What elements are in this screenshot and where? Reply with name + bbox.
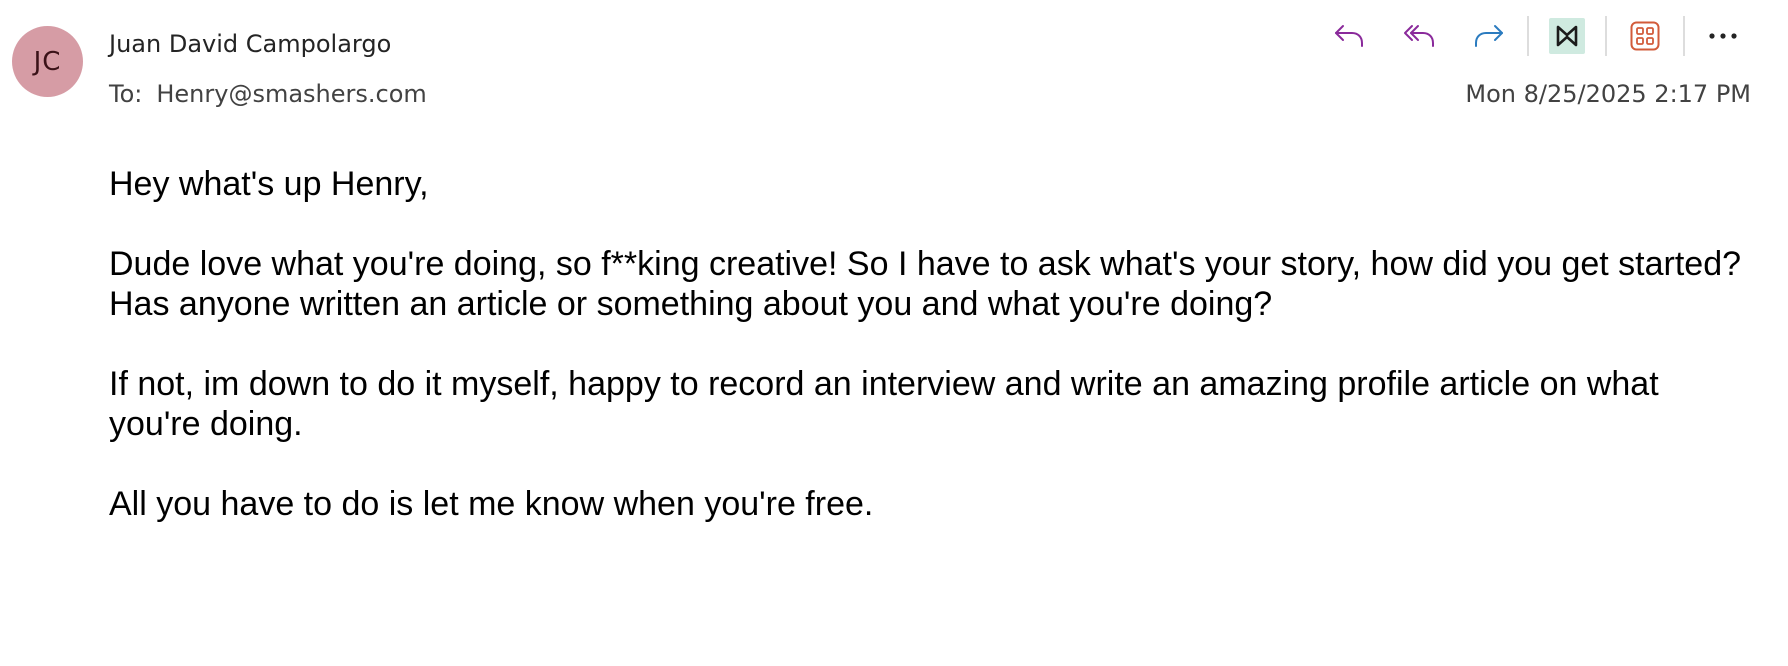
bowtie-app-icon: [1549, 18, 1585, 54]
apps-grid-icon: [1630, 21, 1660, 51]
email-greeting: Hey what's up Henry,: [109, 165, 429, 203]
more-icon: [1709, 33, 1737, 39]
reply-button[interactable]: [1321, 14, 1377, 58]
reply-all-icon: [1404, 25, 1434, 47]
sender-name[interactable]: Juan David Campolargo: [109, 30, 391, 58]
addin-button[interactable]: [1539, 14, 1595, 58]
apps-button[interactable]: [1617, 14, 1673, 58]
email-timestamp: Mon 8/25/2025 2:17 PM: [1465, 80, 1751, 108]
message-toolbar: [1314, 14, 1758, 58]
toolbar-divider: [1527, 16, 1529, 56]
email-paragraph: Dude love what you're doing, so f**king …: [109, 245, 1742, 323]
recipient-address[interactable]: Henry@smashers.com: [156, 80, 426, 108]
email-paragraph: If not, im down to do it myself, happy t…: [109, 365, 1659, 443]
email-body: Hey what's up Henry, Dude love what you'…: [109, 164, 1749, 564]
forward-icon: [1475, 25, 1503, 47]
more-actions-button[interactable]: [1695, 14, 1751, 58]
email-paragraph: All you have to do is let me know when y…: [109, 485, 874, 523]
reply-icon: [1335, 25, 1363, 47]
to-label: To:: [109, 80, 143, 108]
recipient-line: To: Henry@smashers.com: [109, 80, 427, 108]
toolbar-divider: [1683, 16, 1685, 56]
reply-all-button[interactable]: [1391, 14, 1447, 58]
sender-avatar[interactable]: JC: [12, 26, 83, 97]
toolbar-divider: [1605, 16, 1607, 56]
forward-button[interactable]: [1461, 14, 1517, 58]
